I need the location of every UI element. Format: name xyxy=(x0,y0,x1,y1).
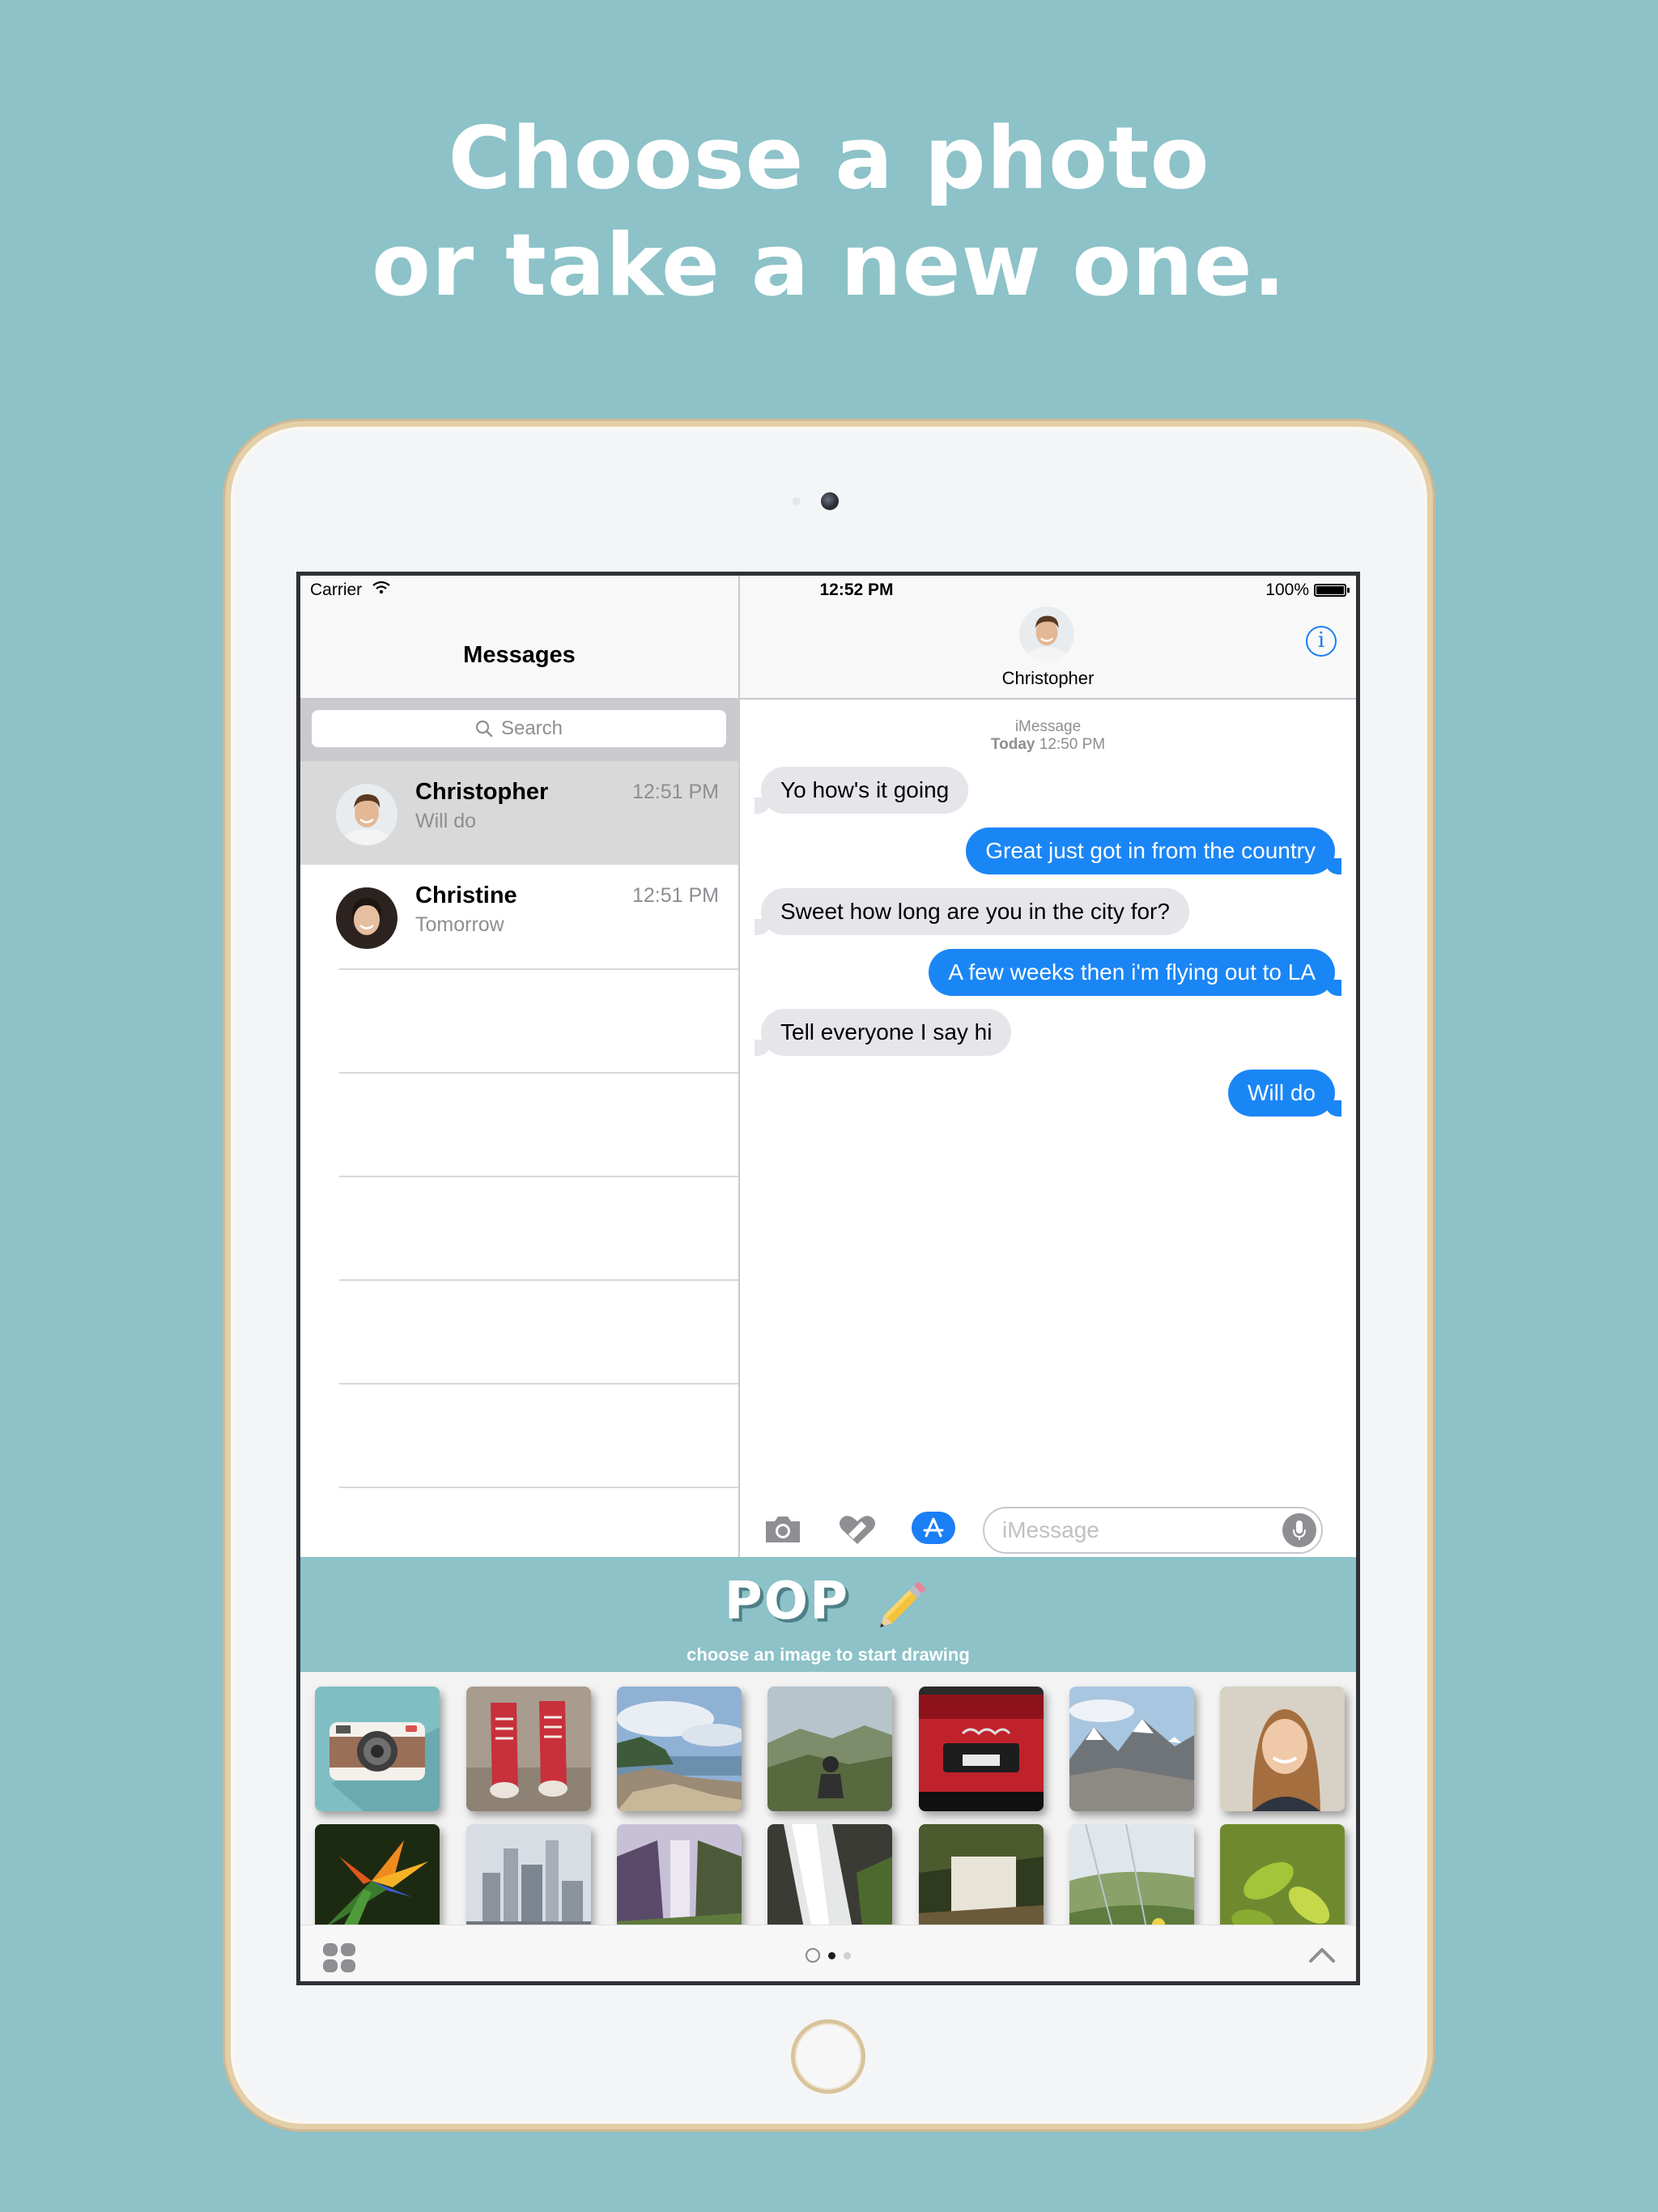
headline: Choose a photo or take a new one. xyxy=(0,105,1658,319)
message-bubble-outgoing[interactable]: Will do xyxy=(1227,1070,1342,1117)
photo-tile-hillside-flowers[interactable] xyxy=(1069,1824,1194,1925)
photo-tile-rocky-coast[interactable] xyxy=(617,1687,742,1811)
date-label: Today xyxy=(990,736,1035,753)
row-divider xyxy=(339,1383,738,1385)
contact-name[interactable]: Christopher xyxy=(740,668,1356,689)
row-divider xyxy=(339,1176,738,1177)
conversation-list-pane: Messages Search Christopher Will do 12:5… xyxy=(300,576,740,1557)
photo-tile-misty-falls[interactable] xyxy=(919,1824,1044,1925)
photo-tile-city-skyline[interactable] xyxy=(466,1824,591,1925)
row-divider xyxy=(339,1279,738,1281)
conversation-preview: Will do xyxy=(415,810,477,832)
photo-tile-red-car[interactable] xyxy=(919,1687,1044,1811)
page-dot[interactable] xyxy=(844,1951,851,1959)
message-bubble-outgoing[interactable]: Great just got in from the country xyxy=(966,827,1341,874)
conversation-preview: Tomorrow xyxy=(415,913,504,936)
battery-icon xyxy=(1314,584,1350,597)
camera-icon[interactable] xyxy=(763,1513,803,1546)
page-indicator[interactable] xyxy=(300,1948,1356,1963)
service-label: iMessage xyxy=(1014,718,1082,735)
conversation-row-christopher[interactable]: Christopher Will do 12:51 PM xyxy=(300,761,738,865)
conversation-pane: Christopher i iMessage Today 12:50 PM Yo… xyxy=(740,576,1356,1557)
message-input-placeholder: iMessage xyxy=(1002,1517,1099,1542)
message-bubble-outgoing[interactable]: A few weeks then i'm flying out to LA xyxy=(929,949,1341,996)
contact-avatar[interactable] xyxy=(1019,606,1074,661)
digital-touch-icon[interactable] xyxy=(837,1512,878,1547)
status-bar: Carrier 12:52 PM 100% xyxy=(300,576,1356,599)
avatar xyxy=(336,784,397,845)
microphone-icon xyxy=(1293,1521,1306,1540)
search-bar: Search xyxy=(300,700,738,761)
message-bubble-incoming[interactable]: Yo how's it going xyxy=(754,767,969,814)
headline-line-1: Choose a photo xyxy=(448,108,1210,208)
page-dot-active[interactable] xyxy=(828,1951,835,1959)
app-drawer-bar xyxy=(300,1925,1356,1981)
conversation-time: 12:51 PM xyxy=(631,884,719,907)
microphone-button[interactable] xyxy=(1282,1513,1316,1547)
conversation-name: Christine xyxy=(415,883,517,908)
message-input[interactable]: iMessage xyxy=(983,1507,1323,1554)
front-camera xyxy=(821,492,839,510)
compose-bar: iMessage xyxy=(740,1499,1356,1557)
headline-line-2: or take a new one. xyxy=(372,215,1286,315)
pop-extension-header: POP choose an image to start drawing xyxy=(300,1557,1356,1672)
conversation-time: 12:51 PM xyxy=(631,781,719,803)
photo-tile-snowy-mountains[interactable] xyxy=(1069,1687,1194,1811)
message-bubble-incoming[interactable]: Sweet how long are you in the city for? xyxy=(755,888,1189,935)
photo-grid xyxy=(300,1672,1356,1925)
photo-tile-mountain-hiker[interactable] xyxy=(767,1687,892,1811)
conversation-name: Christopher xyxy=(415,779,549,805)
search-icon xyxy=(475,720,493,738)
row-divider xyxy=(339,968,738,970)
pop-logo: POP xyxy=(300,1572,1356,1632)
conversation-meta: iMessage Today 12:50 PM xyxy=(740,718,1356,754)
photo-tile-green-leaves[interactable] xyxy=(1220,1824,1345,1925)
photo-tile-red-sneakers[interactable] xyxy=(466,1687,591,1811)
date-time: 12:50 PM xyxy=(1039,736,1106,753)
app-store-button[interactable] xyxy=(912,1512,955,1544)
battery-percentage: 100% xyxy=(1265,581,1309,599)
photo-tile-waterfall-valley[interactable] xyxy=(617,1824,742,1925)
conversation-row-christine[interactable]: Christine Tomorrow 12:51 PM xyxy=(300,865,738,968)
photo-tile-camera[interactable] xyxy=(315,1687,440,1811)
message-bubble-incoming[interactable]: Tell everyone I say hi xyxy=(754,1009,1012,1056)
page-title: Messages xyxy=(463,642,576,668)
row-divider xyxy=(339,1487,738,1488)
info-icon[interactable]: i xyxy=(1306,626,1337,657)
row-divider xyxy=(339,1072,738,1074)
pop-logo-text: POP xyxy=(724,1572,849,1631)
photo-tile-smiling-woman[interactable] xyxy=(1220,1687,1345,1811)
pop-tagline: choose an image to start drawing xyxy=(687,1644,970,1665)
ipad-screen: Messages Search Christopher Will do 12:5… xyxy=(296,572,1360,1985)
home-button[interactable] xyxy=(791,2019,865,2094)
pencil-icon xyxy=(880,1582,926,1628)
photo-tile-rushing-waterfall[interactable] xyxy=(767,1824,892,1925)
status-time: 12:52 PM xyxy=(819,581,894,599)
search-placeholder: Search xyxy=(500,717,563,739)
chevron-up-icon[interactable] xyxy=(1306,1943,1338,1967)
photo-tile-bird-of-paradise[interactable] xyxy=(315,1824,440,1925)
search-input[interactable]: Search xyxy=(312,710,726,747)
avatar xyxy=(336,887,397,949)
front-sensor xyxy=(793,497,801,505)
app-store-icon xyxy=(923,1517,944,1538)
recents-icon[interactable] xyxy=(806,1948,820,1963)
